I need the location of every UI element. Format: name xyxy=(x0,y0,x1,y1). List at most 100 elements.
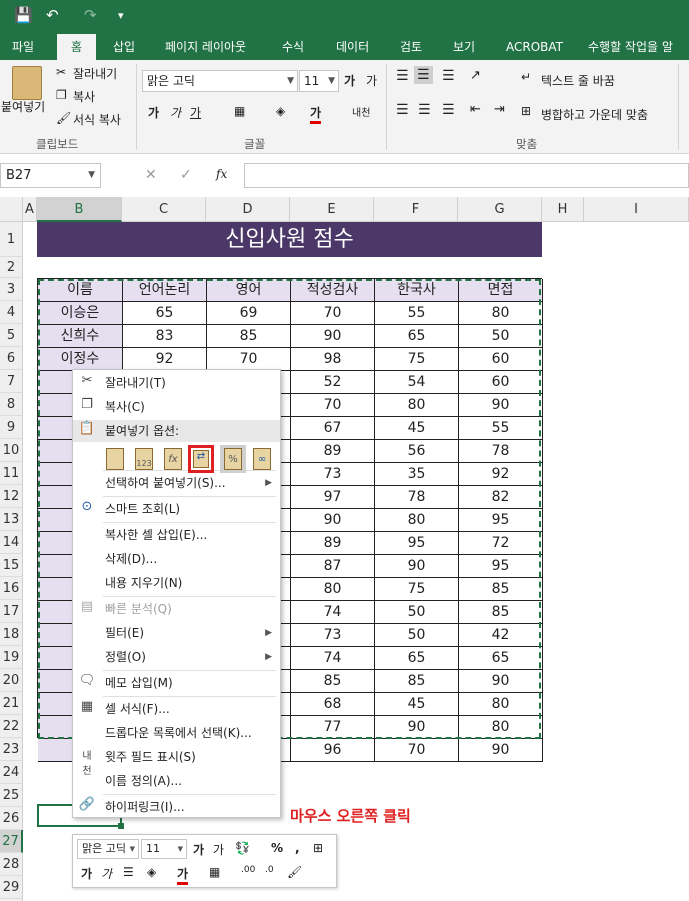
table-cell[interactable]: 95 xyxy=(459,509,543,532)
table-header-cell[interactable]: 영어 xyxy=(207,279,291,302)
tab-insert[interactable]: 삽입 xyxy=(113,34,135,60)
table-cell[interactable]: 45 xyxy=(375,417,459,440)
fill-color-icon[interactable]: ◈ xyxy=(276,104,285,118)
row-header[interactable]: 22 xyxy=(0,715,23,738)
row-header[interactable]: 9 xyxy=(0,416,23,439)
table-cell[interactable]: 80 xyxy=(375,394,459,417)
row-header[interactable]: 5 xyxy=(0,324,23,347)
align-right-icon[interactable]: ☰ xyxy=(442,102,455,118)
table-cell[interactable]: 50 xyxy=(375,624,459,647)
column-header-f[interactable]: F xyxy=(374,197,458,222)
table-cell[interactable]: 68 xyxy=(291,693,375,716)
align-bottom-icon[interactable]: ☰ xyxy=(442,68,455,84)
row-header[interactable]: 8 xyxy=(0,393,23,416)
merge-center-icon[interactable]: ⊞ xyxy=(313,841,323,855)
row-header[interactable]: 16 xyxy=(0,577,23,600)
menu-item-paste-special[interactable]: 선택하여 붙여넣기(S)... xyxy=(105,472,226,494)
borders-icon[interactable]: ▦ xyxy=(234,104,245,118)
row-header[interactable]: 10 xyxy=(0,439,23,462)
sheet-title[interactable]: 신입사원 점수 xyxy=(37,222,542,257)
cut-button[interactable]: 잘라내기 xyxy=(73,65,117,82)
menu-item-phonetic[interactable]: 윗주 필드 표시(S) xyxy=(105,746,196,768)
table-cell[interactable]: 96 xyxy=(291,739,375,762)
table-cell[interactable]: 90 xyxy=(291,509,375,532)
table-cell[interactable]: 70 xyxy=(291,394,375,417)
enter-icon[interactable]: ✓ xyxy=(180,167,192,183)
tab-page-layout[interactable]: 페이지 레이아웃 xyxy=(165,34,246,60)
column-header-h[interactable]: H xyxy=(542,197,584,222)
table-cell[interactable]: 45 xyxy=(375,693,459,716)
table-cell[interactable]: 85 xyxy=(291,670,375,693)
copy-button[interactable]: 복사 xyxy=(73,88,95,105)
table-header-cell[interactable]: 적성검사 xyxy=(291,279,375,302)
decrease-indent-icon[interactable]: ⇤ xyxy=(470,102,481,117)
table-cell[interactable]: 80 xyxy=(459,693,543,716)
row-header[interactable]: 15 xyxy=(0,554,23,577)
tab-file[interactable]: 파일 xyxy=(12,34,34,60)
table-cell[interactable]: 89 xyxy=(291,440,375,463)
tab-formulas[interactable]: 수식 xyxy=(282,34,304,60)
table-cell[interactable]: 65 xyxy=(123,302,207,325)
row-header[interactable]: 28 xyxy=(0,853,23,876)
column-header-g[interactable]: G xyxy=(458,197,542,222)
menu-item-define-name[interactable]: 이름 정의(A)... xyxy=(105,770,182,792)
table-cell[interactable]: 92 xyxy=(123,348,207,371)
menu-item-insert-comment[interactable]: 메모 삽입(M) xyxy=(105,672,173,694)
column-header-d[interactable]: D xyxy=(206,197,290,222)
phonetic-icon[interactable]: 내천 xyxy=(352,104,370,119)
customize-qat-icon[interactable]: ▾ xyxy=(118,9,124,22)
align-top-icon[interactable]: ☰ xyxy=(396,68,409,84)
table-cell[interactable]: 73 xyxy=(291,624,375,647)
table-cell[interactable]: 97 xyxy=(291,486,375,509)
insert-function-icon[interactable]: fx xyxy=(216,167,227,181)
table-cell[interactable]: 75 xyxy=(375,578,459,601)
format-painter-button[interactable]: 서식 복사 xyxy=(73,111,121,128)
formula-input[interactable] xyxy=(244,163,689,188)
table-cell[interactable]: 이승은 xyxy=(38,302,123,325)
row-header[interactable]: 13 xyxy=(0,508,23,531)
wrap-text-icon[interactable]: ↵ xyxy=(521,70,531,84)
table-cell[interactable]: 85 xyxy=(375,670,459,693)
increase-decimal-icon[interactable]: .00 xyxy=(241,865,255,875)
paste-button[interactable]: 붙여넣기 xyxy=(1,98,45,115)
grow-font-icon[interactable]: 가 xyxy=(193,841,204,858)
table-cell[interactable]: 80 xyxy=(375,509,459,532)
fill-handle[interactable] xyxy=(118,823,124,829)
table-cell[interactable]: 90 xyxy=(375,716,459,739)
table-cell[interactable]: 35 xyxy=(375,463,459,486)
table-header-cell[interactable]: 이름 xyxy=(38,279,123,302)
table-cell[interactable]: 74 xyxy=(291,601,375,624)
select-all-corner[interactable] xyxy=(0,197,23,222)
table-cell[interactable]: 70 xyxy=(207,348,291,371)
row-header[interactable]: 25 xyxy=(0,784,23,807)
shrink-font-icon[interactable]: 가 xyxy=(213,841,224,858)
table-cell[interactable]: 90 xyxy=(375,555,459,578)
wrap-text-button[interactable]: 텍스트 줄 바꿈 xyxy=(541,72,615,89)
table-cell[interactable]: 98 xyxy=(291,348,375,371)
table-cell[interactable]: 신희수 xyxy=(38,325,123,348)
table-cell[interactable]: 55 xyxy=(459,417,543,440)
accounting-format-icon[interactable]: 💱 xyxy=(235,841,250,855)
table-cell[interactable]: 70 xyxy=(375,739,459,762)
row-header[interactable]: 26 xyxy=(0,807,23,830)
table-cell[interactable]: 75 xyxy=(375,348,459,371)
table-cell[interactable]: 73 xyxy=(291,463,375,486)
table-cell[interactable]: 42 xyxy=(459,624,543,647)
menu-item-pick-list[interactable]: 드롭다운 목록에서 선택(K)... xyxy=(105,722,252,744)
cut-icon[interactable]: ✂ xyxy=(56,65,66,79)
table-cell[interactable]: 65 xyxy=(375,325,459,348)
save-icon[interactable]: 💾 xyxy=(14,6,33,24)
table-header-cell[interactable]: 면접 xyxy=(459,279,543,302)
row-header[interactable]: 21 xyxy=(0,692,23,715)
font-color-icon[interactable]: 가 xyxy=(177,865,189,885)
table-cell[interactable]: 65 xyxy=(459,647,543,670)
menu-item-filter[interactable]: 필터(E) xyxy=(105,622,144,644)
table-cell[interactable]: 90 xyxy=(459,739,543,762)
row-header[interactable]: 2 xyxy=(0,257,23,278)
table-cell[interactable]: 67 xyxy=(291,417,375,440)
table-cell[interactable]: 70 xyxy=(291,302,375,325)
menu-item-delete[interactable]: 삭제(D)... xyxy=(105,548,157,570)
paste-formatting-icon[interactable]: % xyxy=(220,445,246,473)
row-header[interactable]: 4 xyxy=(0,301,23,324)
column-header-c[interactable]: C xyxy=(122,197,206,222)
